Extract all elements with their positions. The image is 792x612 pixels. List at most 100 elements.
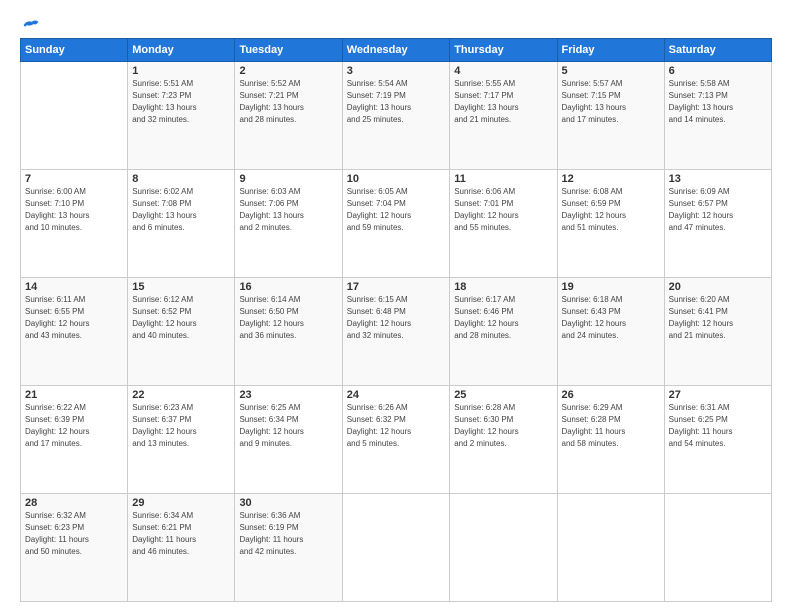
col-saturday: Saturday	[664, 39, 771, 62]
page: Sunday Monday Tuesday Wednesday Thursday…	[0, 0, 792, 612]
day-number: 2	[239, 65, 337, 77]
day-info: Sunrise: 6:15 AMSunset: 6:48 PMDaylight:…	[347, 294, 445, 342]
calendar-week-5: 28Sunrise: 6:32 AMSunset: 6:23 PMDayligh…	[21, 494, 772, 602]
col-sunday: Sunday	[21, 39, 128, 62]
calendar-cell	[557, 494, 664, 602]
day-info: Sunrise: 6:31 AMSunset: 6:25 PMDaylight:…	[669, 402, 767, 450]
calendar-cell: 10Sunrise: 6:05 AMSunset: 7:04 PMDayligh…	[342, 170, 449, 278]
calendar-cell: 4Sunrise: 5:55 AMSunset: 7:17 PMDaylight…	[450, 62, 557, 170]
calendar-week-2: 7Sunrise: 6:00 AMSunset: 7:10 PMDaylight…	[21, 170, 772, 278]
day-info: Sunrise: 6:32 AMSunset: 6:23 PMDaylight:…	[25, 510, 123, 558]
calendar-table: Sunday Monday Tuesday Wednesday Thursday…	[20, 38, 772, 602]
calendar-cell: 28Sunrise: 6:32 AMSunset: 6:23 PMDayligh…	[21, 494, 128, 602]
day-number: 11	[454, 173, 552, 185]
calendar-week-3: 14Sunrise: 6:11 AMSunset: 6:55 PMDayligh…	[21, 278, 772, 386]
calendar-cell: 11Sunrise: 6:06 AMSunset: 7:01 PMDayligh…	[450, 170, 557, 278]
day-info: Sunrise: 6:03 AMSunset: 7:06 PMDaylight:…	[239, 186, 337, 234]
day-number: 25	[454, 389, 552, 401]
calendar-cell: 12Sunrise: 6:08 AMSunset: 6:59 PMDayligh…	[557, 170, 664, 278]
day-info: Sunrise: 5:51 AMSunset: 7:23 PMDaylight:…	[132, 78, 230, 126]
day-info: Sunrise: 6:05 AMSunset: 7:04 PMDaylight:…	[347, 186, 445, 234]
calendar-cell: 7Sunrise: 6:00 AMSunset: 7:10 PMDaylight…	[21, 170, 128, 278]
day-info: Sunrise: 6:34 AMSunset: 6:21 PMDaylight:…	[132, 510, 230, 558]
calendar-cell	[450, 494, 557, 602]
day-number: 26	[562, 389, 660, 401]
day-info: Sunrise: 5:55 AMSunset: 7:17 PMDaylight:…	[454, 78, 552, 126]
calendar-cell: 16Sunrise: 6:14 AMSunset: 6:50 PMDayligh…	[235, 278, 342, 386]
calendar-body: 1Sunrise: 5:51 AMSunset: 7:23 PMDaylight…	[21, 62, 772, 602]
day-info: Sunrise: 6:26 AMSunset: 6:32 PMDaylight:…	[347, 402, 445, 450]
day-info: Sunrise: 6:29 AMSunset: 6:28 PMDaylight:…	[562, 402, 660, 450]
calendar-cell: 15Sunrise: 6:12 AMSunset: 6:52 PMDayligh…	[128, 278, 235, 386]
day-info: Sunrise: 5:52 AMSunset: 7:21 PMDaylight:…	[239, 78, 337, 126]
col-wednesday: Wednesday	[342, 39, 449, 62]
day-info: Sunrise: 6:09 AMSunset: 6:57 PMDaylight:…	[669, 186, 767, 234]
day-number: 1	[132, 65, 230, 77]
day-info: Sunrise: 6:11 AMSunset: 6:55 PMDaylight:…	[25, 294, 123, 342]
calendar-cell: 27Sunrise: 6:31 AMSunset: 6:25 PMDayligh…	[664, 386, 771, 494]
day-number: 5	[562, 65, 660, 77]
day-number: 12	[562, 173, 660, 185]
day-info: Sunrise: 6:18 AMSunset: 6:43 PMDaylight:…	[562, 294, 660, 342]
day-info: Sunrise: 6:22 AMSunset: 6:39 PMDaylight:…	[25, 402, 123, 450]
calendar-cell: 8Sunrise: 6:02 AMSunset: 7:08 PMDaylight…	[128, 170, 235, 278]
day-number: 3	[347, 65, 445, 77]
calendar-cell: 30Sunrise: 6:36 AMSunset: 6:19 PMDayligh…	[235, 494, 342, 602]
logo-bird-icon	[22, 18, 40, 32]
day-info: Sunrise: 6:28 AMSunset: 6:30 PMDaylight:…	[454, 402, 552, 450]
day-number: 23	[239, 389, 337, 401]
calendar-cell: 26Sunrise: 6:29 AMSunset: 6:28 PMDayligh…	[557, 386, 664, 494]
calendar-cell: 29Sunrise: 6:34 AMSunset: 6:21 PMDayligh…	[128, 494, 235, 602]
calendar-cell: 19Sunrise: 6:18 AMSunset: 6:43 PMDayligh…	[557, 278, 664, 386]
calendar-cell: 23Sunrise: 6:25 AMSunset: 6:34 PMDayligh…	[235, 386, 342, 494]
day-info: Sunrise: 6:25 AMSunset: 6:34 PMDaylight:…	[239, 402, 337, 450]
col-tuesday: Tuesday	[235, 39, 342, 62]
calendar-week-4: 21Sunrise: 6:22 AMSunset: 6:39 PMDayligh…	[21, 386, 772, 494]
calendar-cell: 13Sunrise: 6:09 AMSunset: 6:57 PMDayligh…	[664, 170, 771, 278]
calendar-cell: 17Sunrise: 6:15 AMSunset: 6:48 PMDayligh…	[342, 278, 449, 386]
col-thursday: Thursday	[450, 39, 557, 62]
day-number: 24	[347, 389, 445, 401]
calendar-cell: 6Sunrise: 5:58 AMSunset: 7:13 PMDaylight…	[664, 62, 771, 170]
day-number: 18	[454, 281, 552, 293]
day-info: Sunrise: 6:06 AMSunset: 7:01 PMDaylight:…	[454, 186, 552, 234]
day-info: Sunrise: 5:57 AMSunset: 7:15 PMDaylight:…	[562, 78, 660, 126]
day-number: 27	[669, 389, 767, 401]
calendar-cell: 25Sunrise: 6:28 AMSunset: 6:30 PMDayligh…	[450, 386, 557, 494]
day-number: 10	[347, 173, 445, 185]
calendar-header: Sunday Monday Tuesday Wednesday Thursday…	[21, 39, 772, 62]
day-number: 28	[25, 497, 123, 509]
day-number: 19	[562, 281, 660, 293]
day-number: 4	[454, 65, 552, 77]
day-number: 13	[669, 173, 767, 185]
day-info: Sunrise: 6:00 AMSunset: 7:10 PMDaylight:…	[25, 186, 123, 234]
day-number: 14	[25, 281, 123, 293]
calendar-cell: 18Sunrise: 6:17 AMSunset: 6:46 PMDayligh…	[450, 278, 557, 386]
col-friday: Friday	[557, 39, 664, 62]
calendar-cell: 2Sunrise: 5:52 AMSunset: 7:21 PMDaylight…	[235, 62, 342, 170]
day-number: 9	[239, 173, 337, 185]
day-info: Sunrise: 6:08 AMSunset: 6:59 PMDaylight:…	[562, 186, 660, 234]
day-number: 6	[669, 65, 767, 77]
day-number: 20	[669, 281, 767, 293]
header	[20, 18, 772, 32]
day-info: Sunrise: 6:23 AMSunset: 6:37 PMDaylight:…	[132, 402, 230, 450]
day-number: 22	[132, 389, 230, 401]
day-number: 29	[132, 497, 230, 509]
day-number: 8	[132, 173, 230, 185]
calendar-cell	[21, 62, 128, 170]
calendar-week-1: 1Sunrise: 5:51 AMSunset: 7:23 PMDaylight…	[21, 62, 772, 170]
calendar-cell: 21Sunrise: 6:22 AMSunset: 6:39 PMDayligh…	[21, 386, 128, 494]
day-info: Sunrise: 6:17 AMSunset: 6:46 PMDaylight:…	[454, 294, 552, 342]
calendar-cell: 5Sunrise: 5:57 AMSunset: 7:15 PMDaylight…	[557, 62, 664, 170]
calendar-cell: 1Sunrise: 5:51 AMSunset: 7:23 PMDaylight…	[128, 62, 235, 170]
day-number: 7	[25, 173, 123, 185]
day-number: 17	[347, 281, 445, 293]
day-info: Sunrise: 5:58 AMSunset: 7:13 PMDaylight:…	[669, 78, 767, 126]
calendar-cell: 3Sunrise: 5:54 AMSunset: 7:19 PMDaylight…	[342, 62, 449, 170]
calendar-cell: 20Sunrise: 6:20 AMSunset: 6:41 PMDayligh…	[664, 278, 771, 386]
calendar-cell: 14Sunrise: 6:11 AMSunset: 6:55 PMDayligh…	[21, 278, 128, 386]
day-info: Sunrise: 6:02 AMSunset: 7:08 PMDaylight:…	[132, 186, 230, 234]
calendar-cell: 22Sunrise: 6:23 AMSunset: 6:37 PMDayligh…	[128, 386, 235, 494]
logo	[20, 18, 40, 32]
